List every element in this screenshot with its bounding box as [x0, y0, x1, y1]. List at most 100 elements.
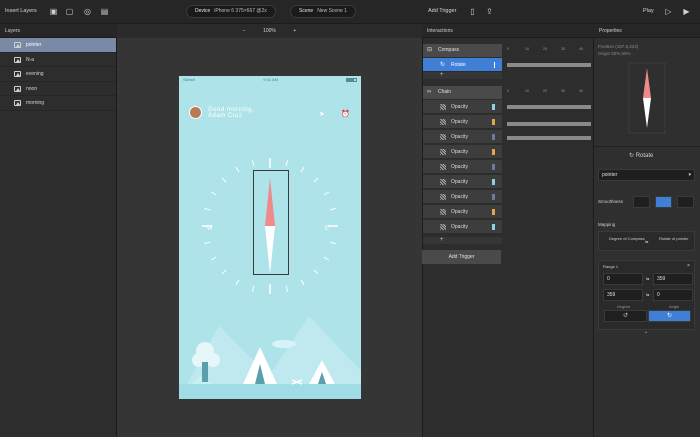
opacity-icon [440, 149, 446, 155]
rotate-track[interactable] [507, 63, 591, 67]
compass-tick [221, 269, 227, 275]
compass-tick [210, 191, 217, 196]
thumb-needle-north [643, 68, 651, 98]
map-from-label: Degree of Compass [609, 236, 645, 241]
greeting: Good morning, Adam Cruz [208, 107, 254, 119]
interaction-opacity[interactable]: Opacity [423, 115, 502, 129]
scene-label: Scene [299, 8, 314, 14]
layers-header: Layers [0, 24, 117, 38]
ease-in-button[interactable] [633, 196, 650, 208]
opacity-track-1[interactable] [507, 105, 591, 109]
interactions-header: Interactions [422, 24, 594, 38]
add-trigger-button[interactable]: Add Trigger [422, 250, 501, 264]
map-arrow-icon: ⇆ [645, 239, 649, 244]
selection-bounding-box[interactable] [253, 170, 289, 275]
compass-tick [285, 285, 289, 292]
interaction-opacity-label: Opacity [451, 119, 468, 125]
compass-tick [313, 269, 319, 275]
layer-color-swatch [492, 209, 495, 215]
rotate-cw-button[interactable]: ↻ [648, 310, 691, 322]
collapse-icon[interactable]: ⌄ [644, 329, 648, 335]
alarm-icon[interactable]: ⏰ [341, 110, 350, 118]
preview-icon[interactable]: ▶ [682, 7, 691, 16]
to-max-value: 0 [657, 292, 660, 298]
to-min-input[interactable]: 359 [653, 273, 693, 285]
to-min-value: 359 [657, 276, 666, 282]
layer-item-pointer[interactable]: pointer [0, 38, 116, 53]
zoom-in-button[interactable]: + [293, 28, 296, 34]
origin-readout: Origin 50%,50% [598, 51, 631, 56]
group-compass[interactable]: ⊟ Compass [423, 44, 502, 57]
scene-selector[interactable]: Scene New Scene 1 [290, 5, 356, 18]
insert-layers-button[interactable]: Insert Layers [5, 8, 37, 14]
position-readout: Position (187.5,333) [598, 44, 639, 49]
interaction-opacity[interactable]: Opacity [423, 175, 502, 189]
interaction-rotate[interactable]: ↻ Rotate [423, 58, 502, 72]
interaction-opacity[interactable]: Opacity [423, 130, 502, 144]
interaction-opacity[interactable]: Opacity [423, 160, 502, 174]
play-button[interactable]: Play [643, 8, 654, 14]
location-icon[interactable]: ➤ [319, 110, 325, 118]
avatar [189, 106, 202, 119]
group-chain[interactable]: ∞ Chain [423, 86, 502, 99]
layer-item-morning[interactable]: morning [0, 96, 116, 111]
compass-tick [323, 256, 330, 261]
trigger-icon[interactable]: ▯ [468, 7, 477, 16]
interaction-opacity[interactable]: Opacity [423, 205, 502, 219]
interaction-opacity[interactable]: Opacity [423, 100, 502, 114]
ruler-tick: 40 [579, 47, 583, 51]
layer-color-swatch [492, 119, 495, 125]
layer-label: evening [26, 71, 44, 77]
circle-icon[interactable]: ◎ [83, 7, 92, 16]
rotate-ccw-button[interactable]: ↺ [604, 310, 647, 322]
layer-select-value: pointer [602, 172, 618, 178]
ruler-tick: 30 [561, 89, 565, 93]
add-chain-interaction-button[interactable]: + [423, 237, 502, 244]
to-max-input[interactable]: 0 [653, 289, 693, 301]
frame-icon[interactable]: ▢ [65, 7, 74, 16]
chevron-down-icon: ▾ [688, 172, 691, 178]
opacity-track-3[interactable] [507, 136, 591, 140]
ease-out-button[interactable] [677, 196, 694, 208]
range-label: Range 1 [603, 264, 619, 269]
compass-tick [210, 256, 217, 261]
zoom-out-button[interactable]: − [243, 28, 246, 34]
interaction-opacity-label: Opacity [451, 179, 468, 185]
interaction-opacity[interactable]: Opacity [423, 145, 502, 159]
group-chain-label: Chain [438, 89, 452, 95]
opacity-icon [440, 179, 446, 185]
opacity-track-2[interactable] [507, 122, 591, 126]
carrier-label: Sketch [183, 77, 196, 82]
screen-icon[interactable]: ▤ [100, 7, 109, 16]
device-selector[interactable]: Device iPhone 6 375×667 @2x [186, 5, 276, 18]
from-min-input[interactable]: 0 [603, 273, 643, 285]
add-trigger-top-button[interactable]: Add Trigger [428, 8, 456, 14]
interaction-opacity[interactable]: Opacity [423, 190, 502, 204]
layer-item-n-a[interactable]: N-a [0, 53, 116, 67]
rotate-title-text: Rotate [635, 153, 654, 159]
timeline-ruler-2: 0 10 20 30 40 [507, 89, 591, 99]
layer-select[interactable]: pointer ▾ [598, 169, 695, 181]
ruler-tick: 10 [525, 47, 529, 51]
ease-in-out-button[interactable] [655, 196, 672, 208]
compass-tick [323, 191, 330, 196]
compass-tick [285, 160, 289, 167]
play-icon[interactable]: ▷ [664, 7, 673, 16]
interaction-opacity[interactable]: Opacity [423, 220, 502, 234]
layer-color-swatch [492, 194, 495, 200]
ruler-tick: 30 [561, 47, 565, 51]
from-min-value: 0 [607, 276, 610, 282]
opacity-icon [440, 209, 446, 215]
opacity-icon [440, 134, 446, 140]
opacity-icon [440, 194, 446, 200]
battery-icon [345, 78, 357, 82]
layer-item-evening[interactable]: evening [0, 67, 116, 82]
layer-color-swatch [492, 149, 495, 155]
export-icon[interactable]: ⇪ [485, 7, 494, 16]
phone-preview[interactable]: Sketch 9:41 AM Good morning, Adam Cruz ➤… [179, 76, 361, 399]
image-icon[interactable]: ▣ [49, 7, 58, 16]
from-max-input[interactable]: 359 [603, 289, 643, 301]
close-icon[interactable]: × [687, 263, 690, 269]
layer-item-noon[interactable]: noon [0, 82, 116, 96]
add-interaction-button[interactable]: + [423, 72, 502, 79]
